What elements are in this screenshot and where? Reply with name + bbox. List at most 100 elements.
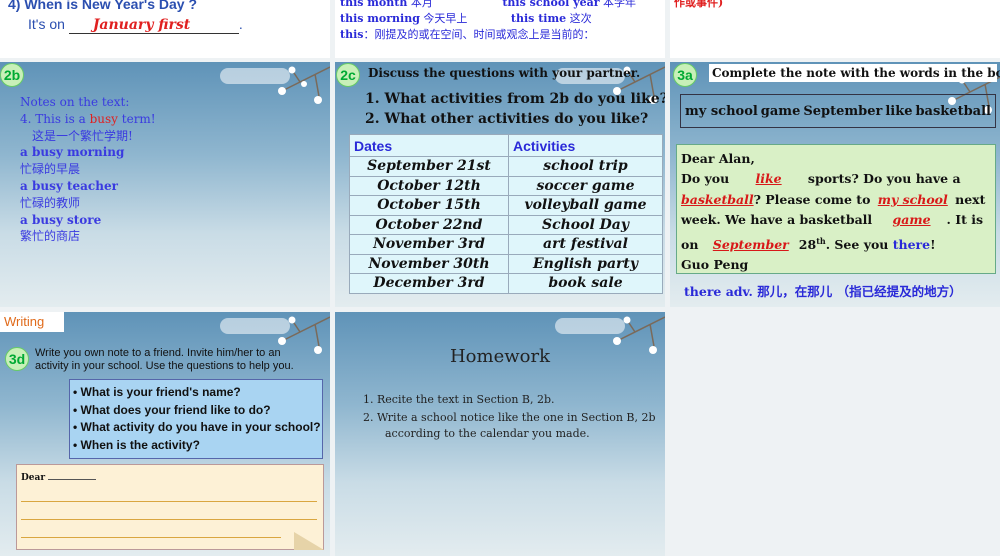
word-box: my school game September like basketball [680,94,996,128]
writing-label: Writing [0,312,64,332]
note-text: . See you [825,236,893,252]
page-curl [294,532,324,550]
cn-busy-store: 繁忙的商店 [20,229,81,244]
blank-basketball: basketball [681,191,754,207]
cn-this-morning: 今天早上 [423,12,468,25]
date-cell: December 3rd [349,273,509,293]
blossom-branch-icon [278,66,330,104]
cn-busy-teacher: 忙碌的教师 [20,195,81,210]
table-row: October 12th soccer game [349,175,663,196]
note-greeting: Dear Alan, [681,151,755,166]
table-row: December 3rd book sale [349,273,663,293]
paper-greeting: Dear [21,473,97,483]
note-line-5: on September 28th. See you there! [681,231,991,256]
notes-cn-1: 这是一个繁忙学期! [32,128,133,143]
discuss-title: Discuss the questions with your partner. [368,66,641,80]
table-row: September 21st school trip [349,156,663,176]
note-instruction: Complete the note with the words in the … [709,64,1000,82]
table-row: October 15th volleyball game [349,195,663,215]
question-1: 1. What activities from 2b do you like? [365,91,665,107]
phrase-busy-store: a busy store [20,212,102,227]
slide-new-years-day: 4) When is New Year's Day ? It's on Janu… [0,0,330,58]
homework-title: Homework [449,346,550,367]
paper-dear: Dear [21,473,46,483]
notes-line-busy-term: 4. This is a busy term! [20,111,156,128]
question-2: 2. What other activities do you like? [365,111,649,127]
notes-text: 4. This is a [20,111,90,126]
helper-question-text: When is the activity? [80,437,200,452]
activity-cell: School Day [508,214,663,235]
busy-word: busy [89,111,118,126]
phrase-busy-teacher: a busy teacher [20,178,118,193]
homework-item-2-cont: according to the calendar you made. [385,427,590,440]
tag-3d: 3d [5,347,29,371]
phrase-this-school-year: this school year [502,0,600,9]
phrase-this-month: this month [340,0,408,9]
slide-homework: Homework 1. Recite the text in Section B… [335,312,665,556]
tag-2c: 2c [336,63,360,87]
writing-line-3 [21,537,281,538]
cn-this: ：刚提及的或在空间、时间或观念上是当前的： [363,28,595,41]
note-text: . It is [946,212,983,228]
helper-question-1: • What is your friend's name? [73,385,241,399]
activity-cell: soccer game [508,175,663,196]
cn-this-month: 本月 [410,0,433,9]
activity-cell: volleyball game [508,195,663,215]
note-line-3: basketball? Please come to my school nex… [681,190,991,210]
slide-3d-writing: Writing 3d Write you own note to a frien… [0,312,330,556]
activity-cell: English party [508,253,663,274]
activity-cell: book sale [508,273,663,293]
question-box: • What is your friend's name? • What doe… [69,379,323,459]
slide-top-right: 作或事件) [670,0,1000,58]
note-signature: Guo Peng [681,257,749,273]
word-there: there [892,236,931,252]
helper-question-2: • What does your friend like to do? [73,402,271,417]
blank-september: September [712,236,789,252]
row-1: this month 本月 this school year 本学年 [340,0,636,10]
cn-this-school-year: 本学年 [603,0,637,9]
helper-question-text: What is your friend's name? [80,385,241,399]
note-text: next [950,191,986,207]
helper-question-4: • When is the activity? [73,437,200,452]
table-row: November 3rd art festival [349,234,663,254]
note-date-suffix: th [816,235,826,246]
word-september: September [803,103,883,119]
row-2: this morning 今天早上 this time 这次 [340,10,592,26]
writing-line-2 [21,519,317,520]
slide-2b-notes: 2b Notes on the text: 4. This is a busy … [0,62,330,307]
word-game: game [760,103,801,119]
question-text: 4) When is New Year's Day ? [8,0,198,12]
header-activities: Activities [508,134,663,157]
date-cell: November 30th [349,253,509,274]
note-text: Do you [681,171,734,187]
helper-question-text: What activity do you have in your school… [80,420,321,434]
notes-heading: Notes on the text: [20,95,130,109]
tag-3a: 3a [673,63,697,87]
phrase-this-time: this time [510,12,567,25]
activity-cell: school trip [508,156,663,176]
slide-this-usage: this month 本月 this school year 本学年 this … [335,0,665,58]
table-row: October 22nd School Day [349,214,663,235]
word-like: like [885,103,913,119]
word-basketball: basketball [915,103,991,119]
answer-prefix: It's on [28,16,65,32]
slide-2c-discussion: 2c Discuss the questions with your partn… [335,62,665,307]
notes-text-end: term! [117,111,156,126]
homework-item-1: 1. Recite the text in Section B, 2b. [363,393,555,406]
date-cell: September 21st [349,156,509,176]
word-my-school: my school [685,103,758,119]
blank-my-school: my school [877,191,948,207]
note-text: week. We have a basketball [681,212,877,228]
row-3: this：刚提及的或在空间、时间或观念上是当前的： [340,26,594,42]
slide-3a-note: 3a Complete the note with the words in t… [670,62,1000,307]
notes-block: Notes on the text: 4. This is a busy ter… [20,94,156,245]
header-dates: Dates [349,134,509,157]
helper-question-3: • What activity do you have in your scho… [73,420,321,434]
tag-2b: 2b [0,63,24,87]
note-line-4: week. We have a basketball game . It is [681,210,991,230]
partial-text: 作或事件) [674,0,724,9]
note-text: ? Please come to [753,191,875,207]
answer-suffix: . [238,16,243,32]
date-cell: October 15th [349,195,509,215]
note-card: Dear Alan, Do you like sports? Do you ha… [676,144,996,274]
